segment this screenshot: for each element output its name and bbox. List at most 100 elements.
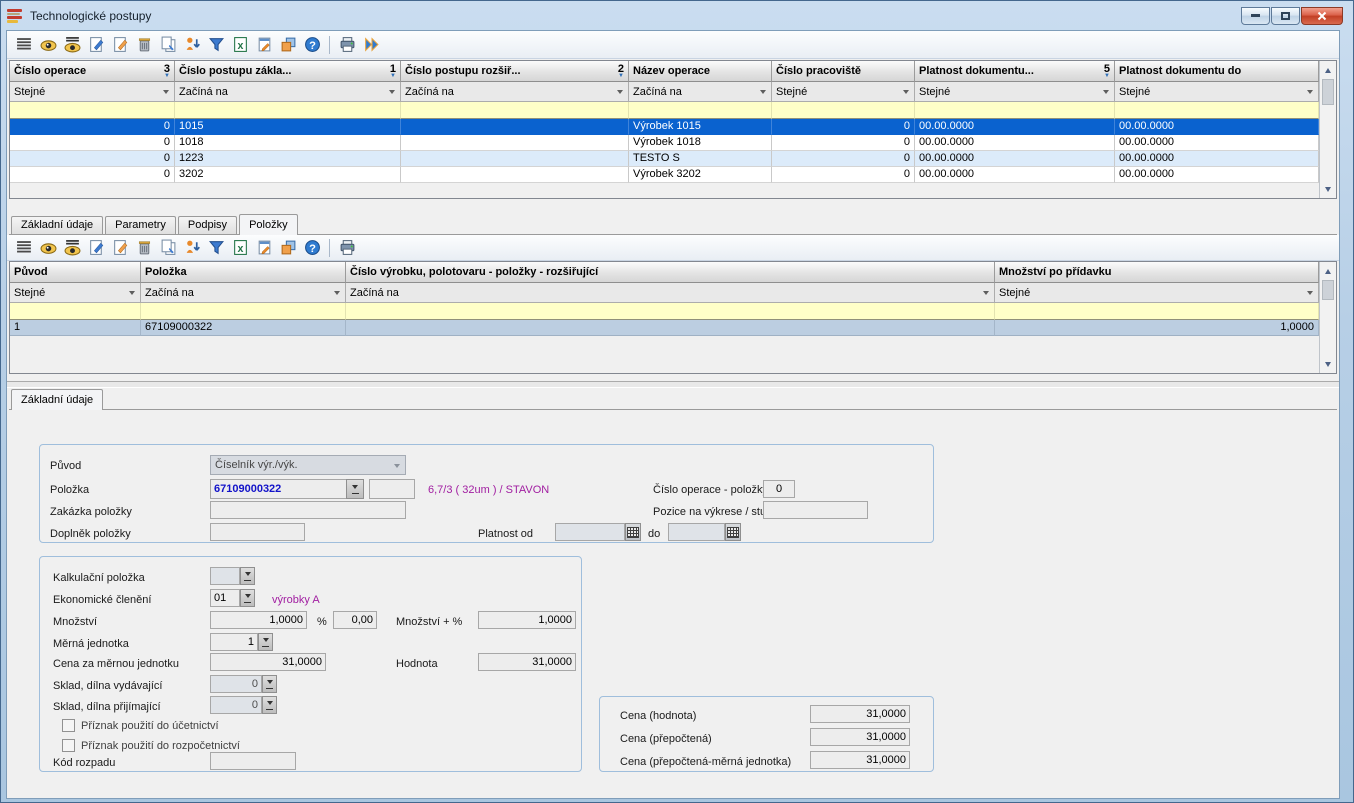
copy-record-button[interactable] (157, 34, 179, 56)
filter-input-cell[interactable] (401, 102, 629, 119)
unit-price-field[interactable]: 31,0000 (210, 653, 326, 671)
excel-export-button[interactable] (229, 34, 251, 56)
percent-field[interactable]: 0,00 (333, 611, 377, 629)
grid-row-selected[interactable]: 1 67109000322 1,0000 (10, 320, 1319, 336)
filter-combo[interactable]: Stejné (915, 82, 1115, 102)
filter-input-cell[interactable] (915, 102, 1115, 119)
next-button[interactable] (360, 34, 382, 56)
grid-row[interactable]: 0 3202 Výrobek 3202 0 00.00.0000 00.00.0… (10, 167, 1319, 183)
filter-combo[interactable]: Začíná na (175, 82, 401, 102)
new-record-button[interactable] (85, 237, 107, 259)
warehouse-in-lookup-button[interactable] (262, 696, 277, 714)
cell[interactable]: 1223 (175, 151, 401, 167)
cell[interactable]: 00.00.0000 (915, 167, 1115, 183)
tab-polozky[interactable]: Položky (239, 214, 298, 235)
column-header-nazev-operace[interactable]: Název operace (629, 61, 772, 82)
filter-button[interactable] (205, 237, 227, 259)
grid-row[interactable]: 0 1018 Výrobek 1018 0 00.00.0000 00.00.0… (10, 135, 1319, 151)
cell[interactable]: 00.00.0000 (1115, 119, 1319, 135)
scroll-thumb[interactable] (1322, 280, 1334, 300)
value-field[interactable]: 31,0000 (478, 653, 576, 671)
cell[interactable] (401, 167, 629, 183)
restore-button[interactable] (1271, 7, 1300, 25)
economic-class-field[interactable]: 01 (210, 589, 240, 607)
cell[interactable] (401, 119, 629, 135)
tab-zakladni-udaje[interactable]: Základní údaje (11, 216, 103, 234)
cell[interactable]: 0 (10, 151, 175, 167)
sort-settings-button[interactable] (181, 34, 203, 56)
filter-combo[interactable]: Začíná na (401, 82, 629, 102)
horizontal-splitter[interactable] (7, 381, 1339, 388)
help-button[interactable] (301, 237, 323, 259)
new-record-button[interactable] (85, 34, 107, 56)
help-button[interactable] (301, 34, 323, 56)
valid-from-field[interactable] (555, 523, 625, 541)
notes-button[interactable] (253, 237, 275, 259)
item-suffix-field[interactable] (210, 523, 305, 541)
price-recalculated-unit-field[interactable]: 31,0000 (810, 751, 910, 769)
cell[interactable]: 1018 (175, 135, 401, 151)
close-button[interactable] (1301, 7, 1343, 25)
sort-settings-button[interactable] (181, 237, 203, 259)
scroll-thumb[interactable] (1322, 79, 1334, 105)
item-lookup-button[interactable] (346, 479, 364, 499)
item-number-field[interactable]: 67109000322 (210, 479, 347, 499)
unit-lookup-button[interactable] (258, 633, 273, 651)
cell[interactable]: 1,0000 (995, 320, 1319, 336)
cell[interactable]: 0 (772, 135, 915, 151)
cell[interactable]: 00.00.0000 (915, 151, 1115, 167)
minimize-button[interactable] (1241, 7, 1270, 25)
tab-parametry[interactable]: Parametry (105, 216, 176, 234)
notes-button[interactable] (253, 34, 275, 56)
tab-zakladni-udaje-item[interactable]: Základní údaje (11, 389, 103, 410)
cell[interactable]: Výrobek 1015 (629, 119, 772, 135)
grid-row-selected[interactable]: 0 1015 Výrobek 1015 0 00.00.0000 00.00.0… (10, 119, 1319, 135)
cell[interactable]: 3202 (175, 167, 401, 183)
filter-input-cell[interactable] (1115, 102, 1319, 119)
origin-select[interactable]: Číselník výr./výk. (210, 455, 406, 475)
filter-input-cell[interactable] (10, 102, 175, 119)
filter-combo[interactable]: Stejné (995, 283, 1319, 303)
valid-to-field[interactable] (668, 523, 725, 541)
cell[interactable]: 0 (772, 167, 915, 183)
list-menu-button[interactable] (13, 34, 35, 56)
scroll-up-button[interactable] (1321, 263, 1335, 278)
cell[interactable]: 1015 (175, 119, 401, 135)
cell[interactable]: TESTO S (629, 151, 772, 167)
cell[interactable] (401, 151, 629, 167)
cell[interactable]: Výrobek 3202 (629, 167, 772, 183)
filter-combo[interactable]: Začíná na (629, 82, 772, 102)
warehouse-out-lookup-button[interactable] (262, 675, 277, 693)
column-header-cislo-postupu-zakladni[interactable]: Číslo postupu zákla...1▼ (175, 61, 401, 82)
delete-record-button[interactable] (133, 237, 155, 259)
calendar-icon[interactable] (725, 523, 741, 541)
edit-record-button[interactable] (109, 237, 131, 259)
excel-export-button[interactable] (229, 237, 251, 259)
filter-combo[interactable]: Stejné (10, 283, 141, 303)
warehouse-in-field[interactable]: 0 (210, 696, 262, 714)
cell[interactable]: 00.00.0000 (915, 119, 1115, 135)
quantity-plus-percent-field[interactable]: 1,0000 (478, 611, 576, 629)
column-header-cislo-vyrobku[interactable]: Číslo výrobku, polotovaru - položky - ro… (346, 262, 995, 283)
item-extra-field[interactable] (369, 479, 415, 499)
cell[interactable]: 0 (10, 135, 175, 151)
cell[interactable]: 0 (772, 151, 915, 167)
filter-combo[interactable]: Začíná na (141, 283, 346, 303)
print-button[interactable] (336, 34, 358, 56)
view-record-button[interactable] (37, 237, 59, 259)
relations-button[interactable] (277, 34, 299, 56)
tab-podpisy[interactable]: Podpisy (178, 216, 237, 234)
cell[interactable]: 00.00.0000 (1115, 151, 1319, 167)
list-menu-button[interactable] (13, 237, 35, 259)
cell[interactable] (401, 135, 629, 151)
accounting-flag-checkbox[interactable] (62, 719, 75, 732)
cell[interactable]: Výrobek 1018 (629, 135, 772, 151)
budgeting-flag-checkbox[interactable] (62, 739, 75, 752)
filter-button[interactable] (205, 34, 227, 56)
calculation-item-field[interactable] (210, 567, 240, 585)
price-recalculated-field[interactable]: 31,0000 (810, 728, 910, 746)
unit-field[interactable]: 1 (210, 633, 258, 651)
print-button[interactable] (336, 237, 358, 259)
filter-combo[interactable]: Stejné (1115, 82, 1319, 102)
column-header-cislo-pracoviste[interactable]: Číslo pracoviště (772, 61, 915, 82)
